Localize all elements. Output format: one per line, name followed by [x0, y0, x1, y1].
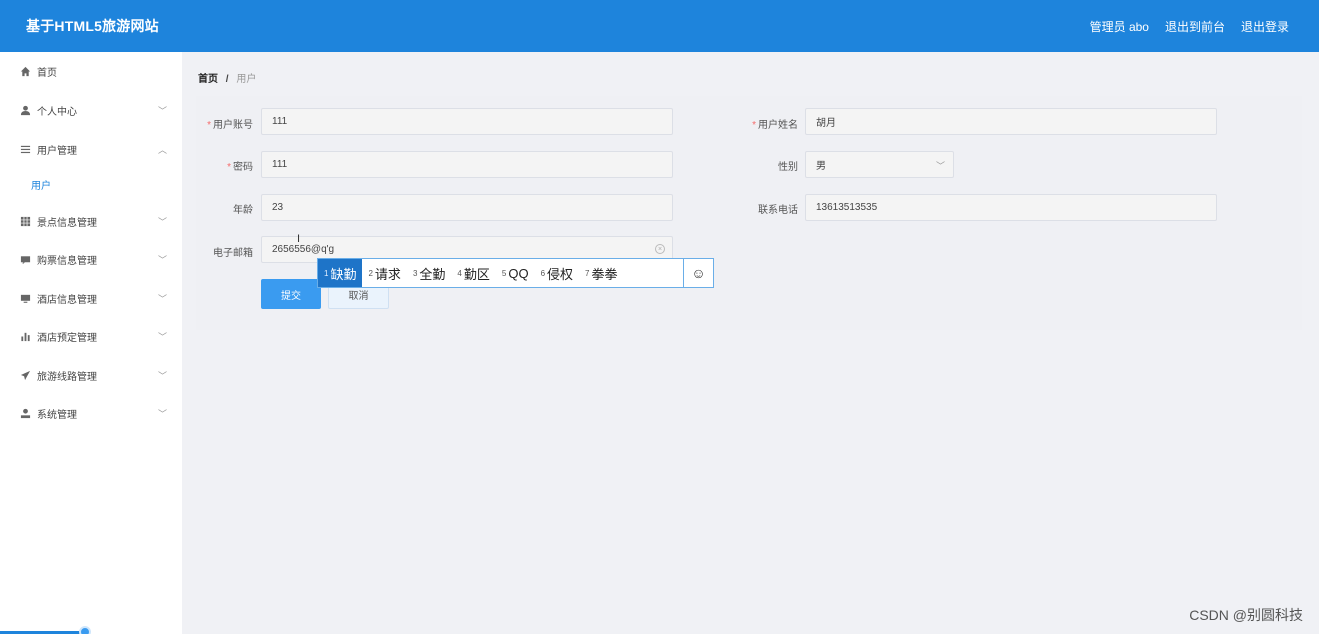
sidebar-item-hotel-info[interactable]: 酒店信息管理 ﹀: [0, 285, 182, 311]
ime-candidate-bar: 1 缺勤 2 请求 3 全勤 4 勤区 5 QQ 6 侵权 7 拳拳 ☺: [317, 258, 714, 288]
chevron-down-icon: ﹀: [157, 294, 167, 304]
ticket-icon: [19, 253, 31, 265]
chevron-up-icon: ︿: [157, 145, 167, 155]
sidebar-item-ticket-info[interactable]: 购票信息管理 ﹀: [0, 246, 182, 272]
phone-label: 联系电话: [758, 205, 798, 216]
chevron-down-icon: ﹀: [157, 217, 167, 227]
breadcrumb-current: 用户: [236, 74, 257, 85]
name-input[interactable]: 胡月: [805, 108, 1217, 135]
sidebar-item-label: 用户: [31, 180, 51, 192]
monitor-icon: [19, 292, 31, 304]
sidebar-item-label: 酒店预定管理: [37, 332, 97, 344]
sidebar-item-personal-center[interactable]: 个人中心 ﹀: [0, 97, 182, 123]
chevron-down-icon: ﹀: [157, 106, 167, 116]
sidebar-item-label: 系统管理: [37, 409, 77, 421]
sidebar-item-label: 购票信息管理: [37, 255, 97, 267]
account-input[interactable]: 111: [261, 108, 673, 135]
submit-button[interactable]: 提交: [261, 279, 321, 309]
breadcrumb: 首页 / 用户: [198, 70, 256, 85]
send-icon: [19, 369, 31, 381]
sidebar: 首页 个人中心 ﹀ 用户管理 ︿ 用户 景点信息管理 ﹀ 购票信息管理 ﹀ 酒店…: [0, 52, 182, 634]
ime-candidate[interactable]: 2 请求: [362, 259, 406, 287]
sidebar-item-travel-route[interactable]: 旅游线路管理 ﹀: [0, 362, 182, 388]
chevron-down-icon: ﹀: [157, 371, 167, 381]
chevron-down-icon: ﹀: [157, 409, 167, 419]
admin-user-link[interactable]: 管理员 abo: [1090, 18, 1149, 35]
sidebar-item-system[interactable]: 系统管理 ﹀: [0, 400, 182, 426]
age-label: 年龄: [233, 205, 253, 216]
sidebar-item-label: 用户管理: [37, 145, 77, 157]
phone-input[interactable]: 13613513535: [805, 194, 1217, 221]
site-title: 基于HTML5旅游网站: [26, 18, 159, 34]
watermark: CSDN @别圆科技: [1189, 607, 1303, 623]
gender-label: 性别: [778, 162, 798, 173]
name-label: * 用户姓名: [752, 120, 798, 131]
email-label: 电子邮箱: [213, 248, 253, 259]
clear-icon[interactable]: ×: [655, 244, 665, 254]
ime-candidate[interactable]: 4 勤区: [451, 259, 495, 287]
age-input[interactable]: 23: [261, 194, 673, 221]
bar-chart-icon: [19, 330, 31, 342]
ime-candidate[interactable]: 1 缺勤: [318, 259, 363, 287]
scroll-handle[interactable]: [79, 626, 91, 634]
emoji-icon[interactable]: ☺: [683, 259, 713, 287]
user-icon: [19, 104, 31, 116]
sidebar-item-label: 首页: [37, 67, 57, 79]
gender-select[interactable]: 男 ﹀: [805, 151, 954, 178]
password-input[interactable]: 111: [261, 151, 673, 178]
breadcrumb-separator: /: [225, 74, 229, 85]
home-icon: [19, 65, 31, 77]
chevron-down-icon: ﹀: [157, 255, 167, 265]
sidebar-item-scenic-info[interactable]: 景点信息管理 ﹀: [0, 208, 182, 234]
sidebar-item-label: 景点信息管理: [37, 217, 97, 229]
sidebar-item-hotel-booking[interactable]: 酒店预定管理 ﹀: [0, 323, 182, 349]
grid-icon: [19, 215, 31, 227]
sidebar-item-label: 个人中心: [37, 106, 77, 118]
chevron-down-icon: ﹀: [157, 332, 167, 342]
password-label: * 密码: [227, 162, 253, 173]
ime-candidate[interactable]: 3 全勤: [407, 259, 451, 287]
text-cursor-icon: I: [297, 233, 301, 245]
sidebar-item-label: 酒店信息管理: [37, 294, 97, 306]
user-icon: [19, 407, 31, 419]
sidebar-item-label: 旅游线路管理: [37, 371, 97, 383]
ime-candidate[interactable]: 5 QQ: [496, 259, 535, 287]
top-bar: 基于HTML5旅游网站 管理员 abo 退出到前台 退出登录: [0, 0, 1319, 52]
logout-link[interactable]: 退出登录: [1241, 18, 1289, 35]
top-nav: 管理员 abo 退出到前台 退出登录: [1090, 18, 1289, 35]
list-icon: [19, 143, 31, 155]
ime-candidate[interactable]: 7 拳拳: [579, 259, 623, 287]
sidebar-subitem-user[interactable]: 用户: [0, 171, 182, 197]
sidebar-item-user-management[interactable]: 用户管理 ︿: [0, 136, 182, 162]
breadcrumb-home[interactable]: 首页: [198, 74, 218, 85]
chevron-down-icon: ﹀: [935, 161, 945, 171]
sidebar-item-home[interactable]: 首页: [0, 58, 182, 84]
exit-to-front-link[interactable]: 退出到前台: [1165, 18, 1225, 35]
ime-candidate[interactable]: 6 侵权: [535, 259, 579, 287]
account-label: * 用户账号: [207, 120, 253, 131]
